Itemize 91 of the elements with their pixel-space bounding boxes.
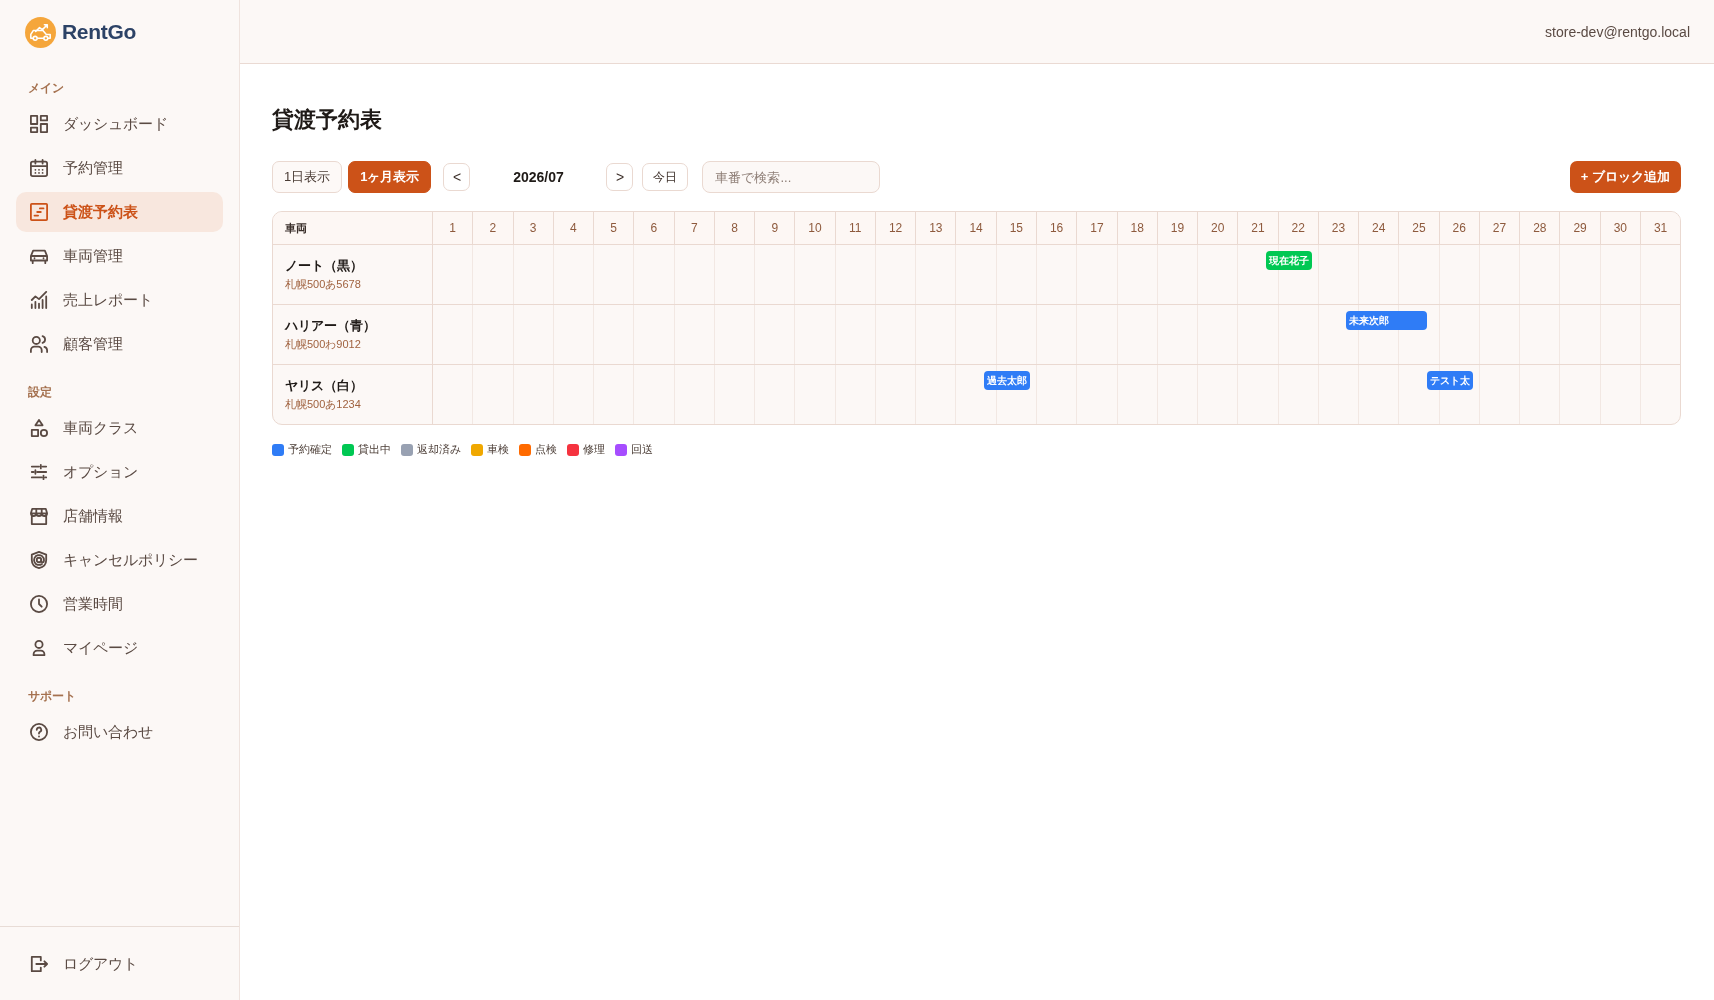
day-header: 26 — [1438, 212, 1479, 244]
day-header: 19 — [1156, 212, 1198, 244]
day-header: 27 — [1478, 212, 1520, 244]
help-icon — [30, 723, 48, 741]
day-header: 9 — [754, 212, 795, 244]
nav-item[interactable]: ダッシュボード — [16, 104, 223, 144]
booking-bar[interactable]: 未来次郎 — [1346, 311, 1427, 330]
search-field[interactable]: 車番で検索... — [702, 161, 881, 193]
gantt-icon — [30, 203, 48, 221]
shapes-icon — [30, 419, 48, 437]
nav-item[interactable]: 車両クラス — [16, 408, 223, 448]
day-header: 4 — [552, 212, 594, 244]
nav-item[interactable]: キャンセルポリシー — [16, 540, 223, 580]
day-header: 23 — [1317, 212, 1359, 244]
user-email: store-dev@rentgo.local — [1545, 23, 1690, 40]
day-header: 18 — [1116, 212, 1157, 244]
day-header: 21 — [1237, 212, 1278, 244]
bar-chart-icon — [30, 291, 48, 309]
day-header: 20 — [1197, 212, 1238, 244]
section-label: メイン — [27, 80, 65, 96]
add-block-button[interactable]: + ブロック追加 — [1569, 161, 1681, 193]
day-header: 25 — [1398, 212, 1439, 244]
day-header: 12 — [874, 212, 916, 244]
day-header: 22 — [1277, 212, 1318, 244]
day-header: 15 — [995, 212, 1036, 244]
nav-item[interactable]: 店舗情報 — [16, 496, 223, 536]
logout-icon — [30, 955, 48, 973]
user-icon — [30, 639, 48, 657]
clock-icon — [30, 595, 48, 613]
day-header: 1 — [448, 220, 457, 237]
column-header: 車両 — [273, 212, 433, 244]
legend-label: 回送 — [631, 442, 653, 457]
nav-item[interactable]: マイページ — [16, 628, 223, 668]
day-header: 30 — [1599, 212, 1640, 244]
day-header: 31 — [1639, 212, 1680, 244]
prev-month-button[interactable]: < — [443, 163, 471, 191]
vehicle-name: ハリアー（青） — [285, 318, 376, 335]
plate-number: 札幌500わ9012 — [285, 337, 361, 352]
calendar-icon — [30, 159, 48, 177]
nav-item[interactable]: 売上レポート — [16, 280, 223, 320]
view-tab[interactable]: 1日表示 — [272, 161, 343, 193]
next-month-button[interactable]: > — [606, 163, 634, 191]
day-header: 7 — [673, 212, 714, 244]
nav-item[interactable]: オプション — [16, 452, 223, 492]
nav-item[interactable]: 車両管理 — [16, 236, 223, 276]
day-header: 2 — [472, 212, 513, 244]
day-header: 10 — [794, 212, 835, 244]
legend-label: 予約確定 — [288, 442, 332, 457]
shield-icon — [30, 551, 48, 569]
day-header: 6 — [633, 212, 674, 244]
plate-number: 札幌500あ1234 — [285, 397, 361, 412]
section-label: 設定 — [27, 384, 53, 400]
day-header: 14 — [955, 212, 996, 244]
booking-bar[interactable]: テスト太 — [1426, 371, 1473, 390]
view-tab[interactable]: 1ヶ月表示 — [348, 161, 432, 193]
day-header: 17 — [1076, 212, 1117, 244]
legend-label: 修理 — [583, 442, 605, 457]
today-button[interactable]: 今日 — [642, 163, 689, 191]
legend-label: 貸出中 — [358, 442, 391, 457]
legend-label: 返却済み — [417, 442, 461, 457]
day-header: 28 — [1519, 212, 1560, 244]
vehicle-name: ノート（黒） — [285, 258, 363, 275]
plate-number: 札幌500あ5678 — [285, 277, 361, 292]
nav-item[interactable]: 顧客管理 — [16, 324, 223, 364]
dashboard-icon — [30, 115, 48, 133]
page-title: 貸渡予約表 — [272, 106, 383, 134]
nav-item[interactable]: お問い合わせ — [16, 712, 223, 752]
vehicle-name: ヤリス（白） — [285, 378, 363, 395]
store-icon — [30, 507, 48, 525]
day-header: 13 — [915, 212, 956, 244]
day-header: 5 — [593, 212, 634, 244]
nav-item[interactable]: 営業時間 — [16, 584, 223, 624]
day-header: 29 — [1559, 212, 1600, 244]
day-header: 3 — [512, 212, 553, 244]
logout-item[interactable]: ログアウト — [16, 944, 223, 984]
legend-label: 車検 — [487, 442, 509, 457]
nav-item[interactable]: 予約管理 — [16, 148, 223, 188]
day-header: 16 — [1036, 212, 1077, 244]
day-header: 11 — [834, 212, 875, 244]
month-label: 2026/07 — [512, 169, 565, 185]
car-icon — [30, 247, 48, 265]
legend-label: 点検 — [535, 442, 557, 457]
day-header: 8 — [713, 212, 755, 244]
brand-name: RentGo — [62, 20, 137, 44]
logo-icon — [25, 16, 56, 48]
sliders-icon — [30, 463, 48, 481]
day-header: 24 — [1358, 212, 1399, 244]
users-icon — [30, 335, 48, 353]
booking-bar[interactable]: 過去太郎 — [984, 371, 1031, 390]
section-label: サポート — [27, 688, 77, 704]
nav-item[interactable]: 貸渡予約表 — [16, 192, 223, 232]
